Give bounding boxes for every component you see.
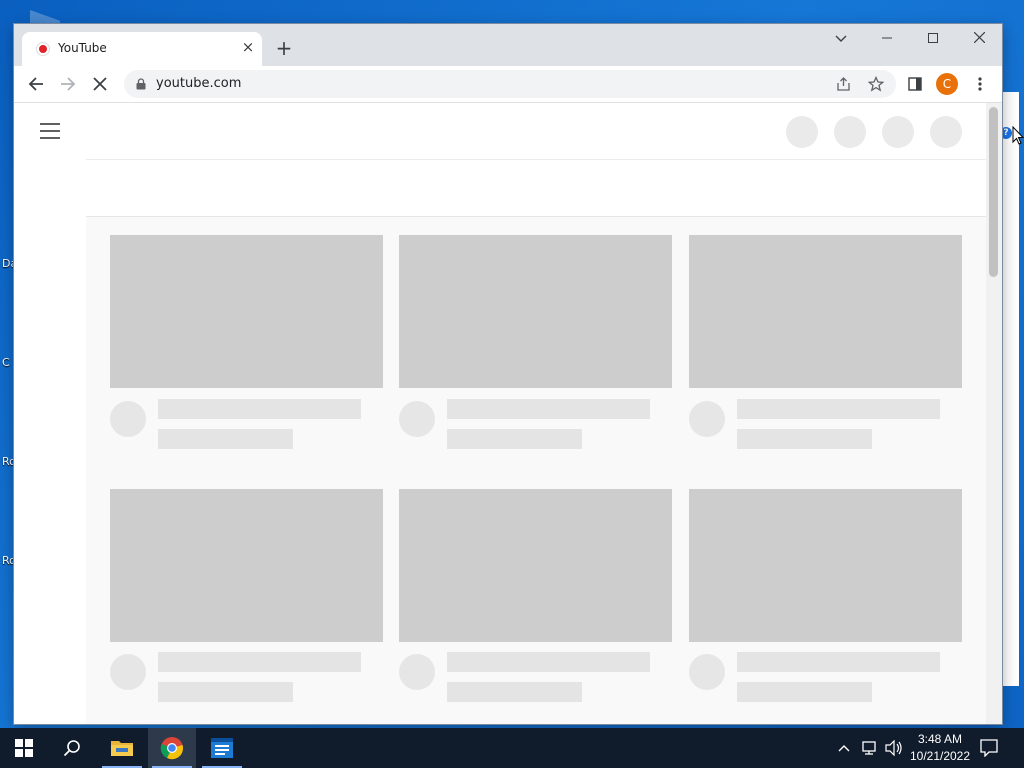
back-button[interactable]	[22, 70, 50, 98]
action-center-button[interactable]	[980, 728, 1004, 768]
new-tab-button[interactable]: +	[272, 36, 296, 60]
channel-avatar-placeholder	[110, 654, 146, 690]
video-thumbnail-placeholder[interactable]	[689, 489, 962, 642]
title-placeholder	[447, 399, 650, 419]
url-text[interactable]: youtube.com	[156, 76, 241, 91]
network-button[interactable]	[862, 728, 882, 768]
browser-toolbar: youtube.com C	[14, 66, 1002, 103]
video-thumbnail-placeholder[interactable]	[689, 235, 962, 388]
address-bar[interactable]: youtube.com	[124, 70, 896, 98]
meta-placeholder	[737, 682, 872, 702]
search-icon	[63, 740, 80, 757]
desktop-label[interactable]: C	[2, 356, 10, 369]
windows-start-icon	[15, 739, 33, 757]
page-viewport	[14, 103, 1002, 724]
masthead-placeholder-circle	[834, 116, 866, 148]
profile-avatar[interactable]: C	[936, 73, 958, 95]
chip-bar-placeholder	[86, 160, 986, 216]
file-explorer-button[interactable]	[98, 728, 146, 768]
channel-avatar-placeholder	[689, 401, 725, 437]
kebab-menu-icon	[978, 77, 982, 91]
hamburger-menu-icon[interactable]	[40, 123, 60, 139]
browser-window: YouTube × + youtube.com C	[14, 24, 1002, 724]
video-thumbnail-placeholder[interactable]	[399, 235, 672, 388]
app-taskbar-button[interactable]	[198, 728, 246, 768]
taskbar-clock[interactable]: 3:48 AM 10/21/2022	[900, 731, 980, 765]
chevron-down-icon	[835, 35, 847, 42]
file-explorer-icon	[111, 741, 133, 756]
title-placeholder	[158, 652, 361, 672]
title-placeholder	[447, 652, 650, 672]
youtube-masthead	[14, 103, 986, 159]
close-icon	[973, 31, 985, 44]
chrome-icon	[160, 737, 183, 760]
back-arrow-icon	[28, 77, 43, 91]
close-window-button[interactable]	[956, 24, 1002, 54]
masthead-placeholder-circle	[882, 116, 914, 148]
network-icon	[862, 741, 876, 755]
masthead-placeholder-circle	[930, 116, 962, 148]
tab-strip: YouTube × +	[14, 24, 1002, 66]
meta-placeholder	[447, 682, 582, 702]
stop-icon	[93, 77, 107, 91]
meta-placeholder	[158, 682, 293, 702]
youtube-favicon-icon	[36, 42, 50, 56]
mouse-cursor-icon	[1012, 126, 1024, 145]
clock-time: 3:48 AM	[917, 732, 963, 746]
title-placeholder	[158, 399, 361, 419]
channel-avatar-placeholder	[689, 654, 725, 690]
meta-placeholder	[158, 429, 293, 449]
title-placeholder	[737, 399, 940, 419]
video-thumbnail-placeholder[interactable]	[399, 489, 672, 642]
side-panel-icon	[908, 77, 922, 91]
channel-avatar-placeholder	[110, 401, 146, 437]
stop-loading-button[interactable]	[86, 70, 114, 98]
meta-placeholder	[737, 429, 872, 449]
meta-placeholder	[447, 429, 582, 449]
show-hidden-icons-button[interactable]	[838, 728, 854, 768]
share-icon[interactable]	[834, 74, 854, 94]
chrome-menu-button[interactable]	[966, 70, 994, 98]
bookmark-star-icon[interactable]	[866, 74, 886, 94]
forward-button[interactable]	[54, 70, 82, 98]
search-button[interactable]	[48, 728, 96, 768]
tab-youtube[interactable]: YouTube ×	[22, 32, 262, 66]
video-thumbnail-placeholder[interactable]	[110, 235, 383, 388]
video-thumbnail-placeholder[interactable]	[110, 489, 383, 642]
taskbar: 3:48 AM 10/21/2022	[0, 728, 1024, 768]
maximize-button[interactable]	[910, 24, 956, 54]
channel-avatar-placeholder	[399, 654, 435, 690]
forward-arrow-icon	[61, 77, 76, 91]
start-button[interactable]	[0, 728, 48, 768]
minimize-icon	[882, 37, 892, 39]
title-placeholder	[737, 652, 940, 672]
minimize-button[interactable]	[864, 24, 910, 54]
notifications-icon	[980, 739, 998, 758]
clock-date: 10/21/2022	[909, 749, 971, 763]
tab-search-button[interactable]	[818, 24, 864, 54]
app-icon	[211, 738, 233, 758]
tab-title: YouTube	[58, 41, 107, 55]
scrollbar-thumb[interactable]	[989, 107, 998, 277]
side-panel-button[interactable]	[901, 70, 929, 98]
masthead-placeholder-circle	[786, 116, 818, 148]
video-grid	[86, 217, 986, 724]
chevron-up-icon	[838, 745, 850, 752]
chrome-taskbar-button[interactable]	[148, 728, 196, 768]
background-window	[1000, 92, 1019, 686]
maximize-icon	[928, 33, 938, 43]
tab-close-icon[interactable]: ×	[238, 37, 258, 57]
lock-icon	[136, 78, 146, 90]
channel-avatar-placeholder	[399, 401, 435, 437]
